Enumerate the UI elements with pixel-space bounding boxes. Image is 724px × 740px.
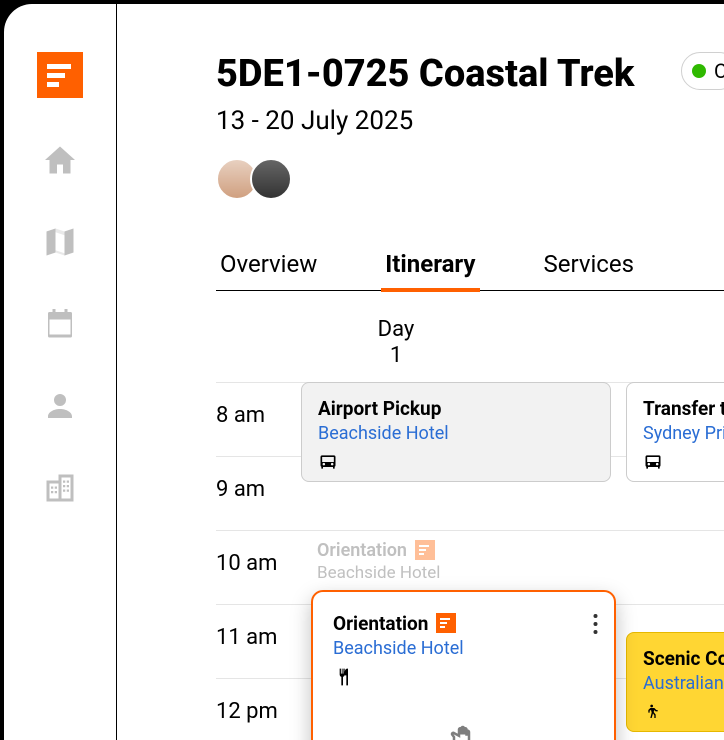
- building-icon[interactable]: [40, 468, 80, 508]
- hour-label: 10 am: [216, 551, 277, 576]
- tab-services[interactable]: Services: [540, 250, 638, 290]
- avatar[interactable]: [250, 158, 292, 200]
- card-orientation[interactable]: Orientation Beachside Hotel: [311, 590, 616, 740]
- card-title: Airport Pickup: [318, 397, 594, 420]
- food-icon: [333, 667, 594, 692]
- calendar-icon[interactable]: [40, 304, 80, 344]
- bus-icon: [643, 452, 724, 477]
- tabs: Overview Itinerary Services: [216, 250, 724, 291]
- card-airport-pickup[interactable]: Airport Pickup Beachside Hotel: [301, 382, 611, 482]
- walk-icon: [643, 702, 724, 727]
- card-scenic[interactable]: Scenic Co Australian: [626, 632, 724, 732]
- drag-hand-icon: [449, 722, 479, 740]
- card-location: Sydney Priv: [643, 423, 724, 444]
- card-location: Beachside Hotel: [317, 563, 595, 583]
- status-pill[interactable]: C: [681, 52, 724, 90]
- schedule: 8 am 9 am 10 am 11 am 12 pm Airport Pick…: [216, 382, 724, 740]
- bus-icon: [318, 452, 594, 477]
- more-icon[interactable]: [593, 614, 598, 639]
- logo-badge-icon: [436, 613, 456, 633]
- card-title: Transfer t: [643, 397, 724, 420]
- card-title: Orientation: [333, 612, 594, 635]
- app-logo[interactable]: [37, 52, 83, 98]
- map-icon[interactable]: [40, 222, 80, 262]
- hour-label: 9 am: [216, 477, 265, 502]
- card-transfer[interactable]: Transfer t Sydney Priv: [626, 382, 724, 482]
- logo-badge-icon: [415, 540, 435, 560]
- card-title: Scenic Co: [643, 647, 724, 670]
- status-dot-icon: [692, 64, 706, 78]
- hour-label: 12 pm: [216, 699, 278, 724]
- card-location: Beachside Hotel: [318, 423, 594, 444]
- status-label: C: [714, 59, 724, 83]
- page-title: 5DE1-0725 Coastal Trek: [216, 52, 724, 96]
- card-title: Orientation: [317, 540, 595, 561]
- hour-label: 8 am: [216, 403, 265, 428]
- day-header: Day 1: [336, 317, 456, 370]
- card-location: Australian: [643, 673, 724, 694]
- date-range: 13 - 20 July 2025: [216, 106, 724, 136]
- hour-label: 11 am: [216, 625, 277, 650]
- avatars: [216, 158, 724, 200]
- card-orientation-ghost: Orientation Beachside Hotel: [301, 530, 611, 593]
- person-icon[interactable]: [40, 386, 80, 426]
- tab-itinerary[interactable]: Itinerary: [381, 250, 479, 290]
- home-icon[interactable]: [40, 140, 80, 180]
- card-location: Beachside Hotel: [333, 638, 594, 659]
- tab-overview[interactable]: Overview: [216, 250, 321, 290]
